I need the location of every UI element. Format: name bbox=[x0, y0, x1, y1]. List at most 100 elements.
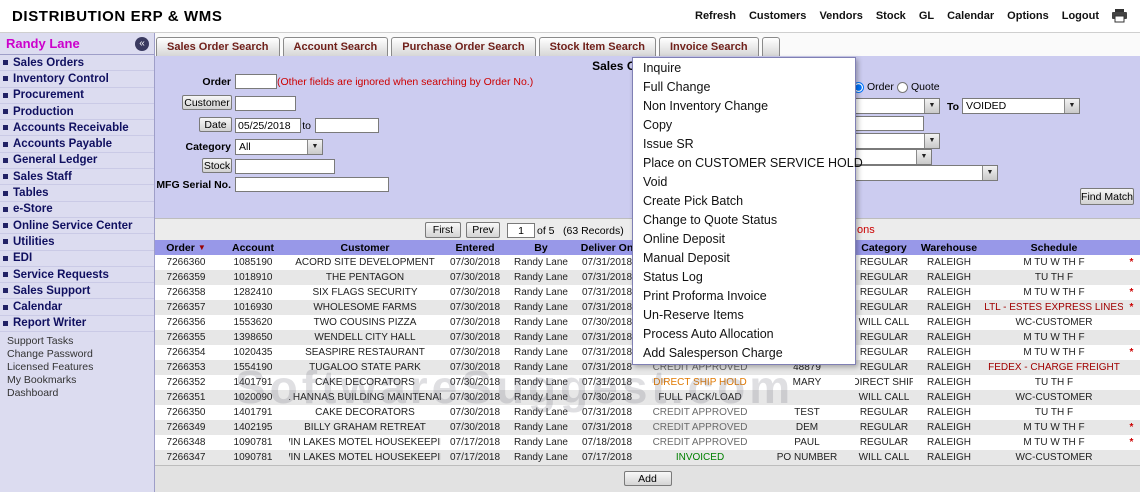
search-tab[interactable]: Stock Item Search bbox=[538, 37, 656, 56]
table-row[interactable]: 7266350 1401791 CAKE DECORATORS 07/30/20… bbox=[155, 405, 1140, 420]
sidebar-item[interactable]: Accounts Receivable bbox=[0, 120, 154, 137]
sidebar-item[interactable]: Procurement bbox=[0, 88, 154, 104]
top-menu-item[interactable]: Logout bbox=[1062, 10, 1099, 22]
header-schedule[interactable]: Schedule bbox=[985, 240, 1123, 255]
context-menu-item[interactable]: Copy bbox=[633, 116, 855, 135]
context-menu-item[interactable]: Issue SR bbox=[633, 135, 855, 154]
context-menu-item[interactable]: Create Pick Batch bbox=[633, 192, 855, 211]
sidebar-item[interactable]: Production bbox=[0, 104, 154, 121]
cell-status: CREDIT APPROVED bbox=[652, 422, 748, 433]
context-menu-item[interactable]: Status Log bbox=[633, 268, 855, 287]
empty-tab[interactable] bbox=[761, 37, 780, 56]
cell-flag bbox=[1123, 360, 1140, 375]
stock-button[interactable]: Stock bbox=[202, 158, 232, 173]
search-tab[interactable]: Account Search bbox=[282, 37, 389, 56]
user-name: Randy Lane bbox=[6, 36, 80, 51]
sidebar-item[interactable]: Service Requests bbox=[0, 267, 154, 284]
cell-account: 1090781 bbox=[233, 452, 273, 463]
context-menu-item[interactable]: Full Change bbox=[633, 78, 855, 97]
context-menu-item[interactable]: Online Deposit bbox=[633, 230, 855, 249]
context-menu-item[interactable]: Inquire bbox=[633, 59, 855, 78]
sidebar-sub-item[interactable]: Licensed Features bbox=[0, 361, 154, 374]
cell-by: Randy Lane bbox=[514, 272, 568, 283]
cell-category: WILL CALL bbox=[858, 317, 910, 328]
header-warehouse[interactable]: Warehouse bbox=[913, 240, 985, 255]
sidebar-item[interactable]: Tables bbox=[0, 185, 154, 202]
context-menu-item[interactable]: Change to Quote Status bbox=[633, 211, 855, 230]
find-match-button[interactable]: Find Match bbox=[1080, 188, 1134, 205]
header-deliver-on[interactable]: Deliver On bbox=[573, 240, 641, 255]
sidebar-item[interactable]: Report Writer bbox=[0, 316, 154, 333]
customer-button[interactable]: Customer bbox=[182, 95, 232, 110]
sidebar-item[interactable]: EDI bbox=[0, 251, 154, 267]
sidebar-sub-item[interactable]: My Bookmarks bbox=[0, 373, 154, 386]
sidebar-item[interactable]: Inventory Control bbox=[0, 71, 154, 88]
sidebar-item-label: Utilities bbox=[13, 235, 55, 248]
stock-input[interactable] bbox=[235, 159, 335, 174]
status-to-select[interactable]: VOIDED ▼ bbox=[962, 98, 1080, 114]
quote-radio[interactable]: Quote bbox=[897, 81, 940, 93]
context-menu-item[interactable]: Place on CUSTOMER SERVICE HOLD bbox=[633, 154, 863, 173]
page-input[interactable] bbox=[507, 223, 535, 238]
sidebar-item[interactable]: General Ledger bbox=[0, 153, 154, 170]
sidebar-item[interactable]: Sales Staff bbox=[0, 169, 154, 186]
top-menu-item[interactable]: Customers bbox=[749, 10, 806, 22]
table-row[interactable]: 7266349 1402195 BILLY GRAHAM RETREAT 07/… bbox=[155, 420, 1140, 435]
sidebar-collapse-icon[interactable]: « bbox=[135, 36, 149, 51]
date-button[interactable]: Date bbox=[199, 117, 232, 132]
header-entered[interactable]: Entered bbox=[441, 240, 509, 255]
top-menu-item[interactable]: Stock bbox=[876, 10, 906, 22]
order-input[interactable] bbox=[235, 74, 277, 89]
cell-category: REGULAR bbox=[859, 362, 909, 373]
search-tab[interactable]: Invoice Search bbox=[658, 37, 759, 56]
header-account[interactable]: Account bbox=[217, 240, 289, 255]
bullet-icon bbox=[3, 190, 8, 196]
table-row[interactable]: 7266352 1401791 CAKE DECORATORS 07/30/20… bbox=[155, 375, 1140, 390]
order-context-menu: Inquire Full Change Non Inventory Change… bbox=[632, 57, 863, 365]
top-menu-item[interactable]: Vendors bbox=[819, 10, 862, 22]
sidebar-sub-item[interactable]: Support Tasks bbox=[0, 335, 154, 348]
sidebar-item[interactable]: Online Service Center bbox=[0, 218, 154, 235]
sidebar-item[interactable]: e-Store bbox=[0, 202, 154, 218]
search-tab[interactable]: Purchase Order Search bbox=[391, 37, 536, 56]
sidebar-item[interactable]: Utilities bbox=[0, 234, 154, 251]
context-menu-item[interactable]: Manual Deposit bbox=[633, 249, 855, 268]
sidebar-item[interactable]: Sales Support bbox=[0, 283, 154, 300]
bullet-icon bbox=[3, 255, 8, 261]
cell-order: 7266355 bbox=[166, 332, 206, 343]
sidebar-item[interactable]: Sales Orders bbox=[0, 55, 154, 72]
sidebar-sub-item[interactable]: Dashboard bbox=[0, 386, 154, 399]
header-category[interactable]: Category bbox=[855, 240, 913, 255]
first-button[interactable]: First bbox=[425, 222, 461, 238]
table-row[interactable]: 7266348 1090781 TWIN LAKES MOTEL HOUSEKE… bbox=[155, 435, 1140, 450]
add-button[interactable]: Add bbox=[623, 471, 672, 486]
sidebar-item[interactable]: Calendar bbox=[0, 299, 154, 316]
sidebar-item[interactable]: Accounts Payable bbox=[0, 136, 154, 153]
mfg-serial-input[interactable] bbox=[235, 177, 389, 192]
order-radio[interactable]: Order bbox=[853, 81, 894, 93]
header-customer[interactable]: Customer bbox=[289, 240, 441, 255]
prev-button[interactable]: Prev bbox=[466, 222, 500, 238]
search-tab[interactable]: Sales Order Search bbox=[156, 37, 280, 56]
context-menu-item[interactable]: Un-Reserve Items bbox=[633, 306, 855, 325]
category-select[interactable]: All ▼ bbox=[235, 139, 323, 155]
header-order[interactable]: Order ▼ bbox=[155, 240, 217, 255]
table-row[interactable]: 7266351 1020090 BILL HANNAS BUILDING MAI… bbox=[155, 390, 1140, 405]
context-menu-item[interactable]: Add Salesperson Charge bbox=[633, 344, 855, 363]
top-menu-item[interactable]: Options bbox=[1007, 10, 1049, 22]
date-to-input[interactable] bbox=[315, 118, 379, 133]
context-menu-item[interactable]: Non Inventory Change bbox=[633, 97, 855, 116]
date-from-input[interactable] bbox=[235, 118, 301, 133]
context-menu-item[interactable]: Process Auto Allocation bbox=[633, 325, 855, 344]
header-by[interactable]: By bbox=[509, 240, 573, 255]
table-row[interactable]: 7266347 1090781 TWIN LAKES MOTEL HOUSEKE… bbox=[155, 450, 1140, 465]
top-menu-item[interactable]: GL bbox=[919, 10, 934, 22]
top-menu-item[interactable]: Refresh bbox=[695, 10, 736, 22]
print-icon[interactable] bbox=[1111, 9, 1128, 23]
context-menu-item[interactable]: Print Proforma Invoice bbox=[633, 287, 855, 306]
context-menu-item[interactable]: Void bbox=[633, 173, 855, 192]
top-menu-item[interactable]: Calendar bbox=[947, 10, 994, 22]
cell-customer: SIX FLAGS SECURITY bbox=[312, 287, 418, 298]
sidebar-sub-item[interactable]: Change Password bbox=[0, 348, 154, 361]
customer-input[interactable] bbox=[235, 96, 296, 111]
